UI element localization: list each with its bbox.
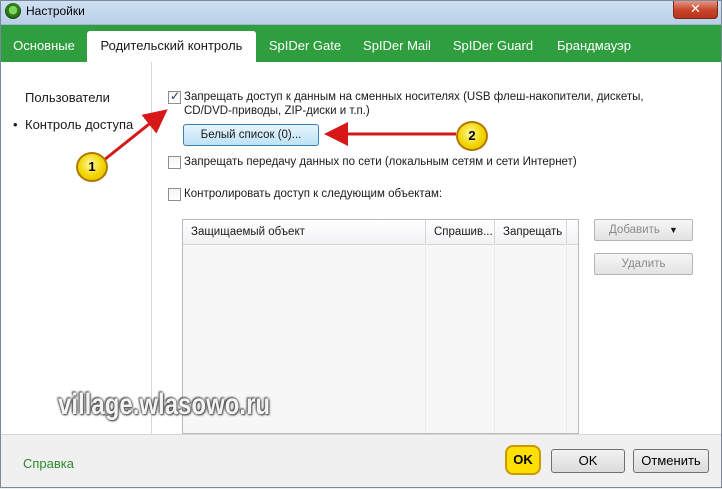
annotation-badge-1: 1 <box>76 152 108 182</box>
arrow-to-checkbox <box>103 109 168 162</box>
annotation-badge-2: 2 <box>456 121 488 151</box>
watermark: village.wlasowo.ru <box>58 388 271 421</box>
